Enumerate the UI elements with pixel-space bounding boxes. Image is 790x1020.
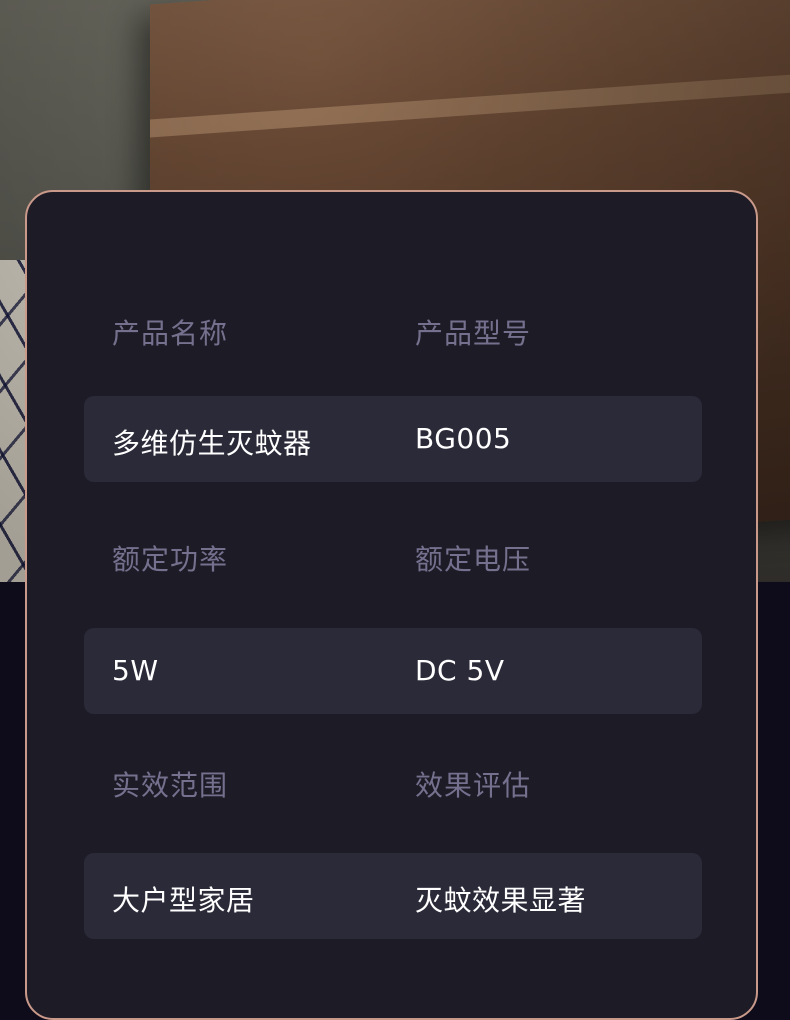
spec-value-row: 5W DC 5V <box>84 628 702 714</box>
spec-card: 产品名称 产品型号 多维仿生灭蚊器 BG005 额定功率 额定电压 5W DC … <box>25 190 758 1020</box>
spec-value-effect-evaluation: 灭蚊效果显著 <box>415 884 587 917</box>
spec-label-rated-power: 额定功率 <box>112 543 229 576</box>
spec-label-effect-evaluation: 效果评估 <box>415 769 532 802</box>
spec-value-product-model: BG005 <box>415 422 512 455</box>
spec-value-effective-range: 大户型家居 <box>112 884 255 917</box>
spec-value-row: 大户型家居 灭蚊效果显著 <box>84 853 702 939</box>
spec-value-product-name: 多维仿生灭蚊器 <box>112 427 312 460</box>
spec-value-rated-voltage: DC 5V <box>415 654 505 687</box>
spec-value-row: 多维仿生灭蚊器 BG005 <box>84 396 702 482</box>
spec-label-product-name: 产品名称 <box>112 317 229 350</box>
spec-value-rated-power: 5W <box>112 654 159 687</box>
spec-label-effective-range: 实效范围 <box>112 769 229 802</box>
spec-label-rated-voltage: 额定电压 <box>415 543 532 576</box>
spec-label-product-model: 产品型号 <box>415 317 532 350</box>
